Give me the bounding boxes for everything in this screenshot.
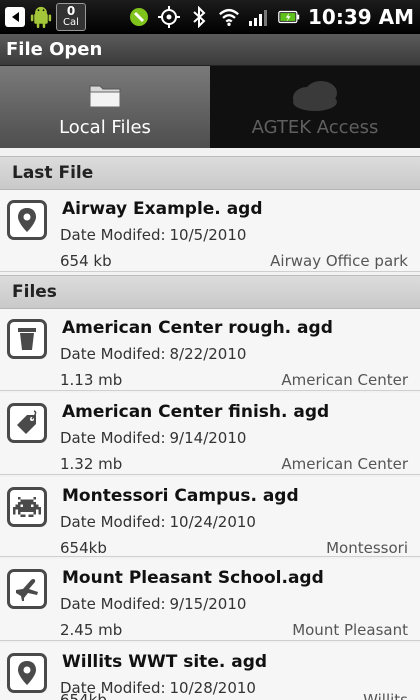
bluetooth-icon	[188, 6, 210, 28]
trash-icon	[7, 319, 47, 359]
project-name: Mount Pleasant	[292, 621, 408, 639]
wifi-icon	[218, 6, 240, 28]
cell-signal-icon	[248, 6, 270, 28]
gps-icon	[157, 6, 180, 28]
list-item[interactable]: Willits WWT site. agd Date Modifed: 10/28…	[0, 643, 420, 700]
date-label: Date Modifed:	[60, 595, 166, 613]
list-item[interactable]: American Center rough. agd Date Modifed:…	[0, 309, 420, 391]
project-name: American Center	[281, 371, 408, 389]
project-name: Airway Office park	[270, 252, 408, 270]
file-date: Date Modifed: 10/24/2010	[60, 513, 256, 531]
list-item[interactable]: Mount Pleasant School.agd Date Modifed: 9…	[0, 559, 420, 641]
file-size: 654 kb	[60, 252, 112, 270]
file-name: Willits WWT site. agd	[62, 652, 268, 672]
date-value: 8/22/2010	[169, 345, 247, 363]
file-name: American Center finish. agd	[62, 402, 330, 422]
project-name: American Center	[281, 455, 408, 473]
file-name: Airway Example. agd	[62, 199, 263, 219]
date-label: Date Modifed:	[60, 345, 166, 363]
date-value: 10/5/2010	[169, 226, 247, 244]
project-name: Willits	[363, 691, 408, 700]
calendar-icon: 0 Cal	[56, 3, 86, 31]
date-value: 10/28/2010	[169, 679, 256, 697]
date-value: 10/24/2010	[169, 513, 256, 531]
project-name: Montessori	[326, 539, 408, 557]
tab-bar: Local Files AGTEK Access	[0, 66, 420, 148]
list-item[interactable]: Montessori Campus. agd Date Modifed: 10/2…	[0, 477, 420, 557]
back-arrow-icon	[4, 6, 26, 28]
date-label: Date Modifed:	[60, 513, 166, 531]
date-label: Date Modifed:	[60, 226, 166, 244]
file-name: American Center rough. agd	[62, 318, 333, 338]
status-bar: 0 Cal 10:39 AM	[0, 0, 420, 34]
tab-local-files[interactable]: Local Files	[0, 66, 210, 148]
cloud-icon	[287, 77, 343, 113]
clock: 10:39 AM	[307, 5, 414, 29]
map-pin-icon	[7, 653, 47, 693]
section-header-files: Files	[0, 275, 420, 309]
file-date: Date Modifed: 10/5/2010	[60, 226, 246, 244]
file-size: 1.32 mb	[60, 455, 123, 473]
phone-signal-icon	[128, 6, 150, 28]
space-invader-icon	[7, 487, 47, 527]
file-name: Montessori Campus. agd	[62, 486, 299, 506]
list-item[interactable]: Airway Example. agd Date Modifed: 10/5/20…	[0, 190, 420, 272]
page-title: File Open	[0, 34, 420, 66]
section-header-last-file: Last File	[0, 156, 420, 190]
file-size: 654kb	[60, 691, 107, 700]
calendar-count: 0	[66, 4, 76, 18]
file-date: Date Modifed: 9/14/2010	[60, 429, 246, 447]
file-size: 654kb	[60, 539, 107, 557]
date-value: 9/14/2010	[169, 429, 247, 447]
tab-local-files-label: Local Files	[59, 116, 151, 138]
battery-icon	[278, 6, 300, 28]
list-item[interactable]: American Center finish. agd Date Modifed…	[0, 393, 420, 475]
map-pin-icon	[7, 200, 47, 240]
file-date: Date Modifed: 8/22/2010	[60, 345, 246, 363]
file-size: 1.13 mb	[60, 371, 123, 389]
airplane-icon	[7, 569, 47, 609]
android-icon	[30, 6, 52, 28]
date-value: 9/15/2010	[169, 595, 247, 613]
file-name: Mount Pleasant School.agd	[62, 568, 324, 588]
file-date: Date Modifed: 9/15/2010	[60, 595, 246, 613]
tab-agtek-access[interactable]: AGTEK Access	[210, 66, 420, 148]
file-size: 2.45 mb	[60, 621, 123, 639]
tab-agtek-access-label: AGTEK Access	[251, 116, 379, 138]
calendar-label: Cal	[63, 17, 79, 28]
date-label: Date Modifed:	[60, 429, 166, 447]
tag-icon	[7, 403, 47, 443]
folder-icon	[88, 77, 122, 113]
